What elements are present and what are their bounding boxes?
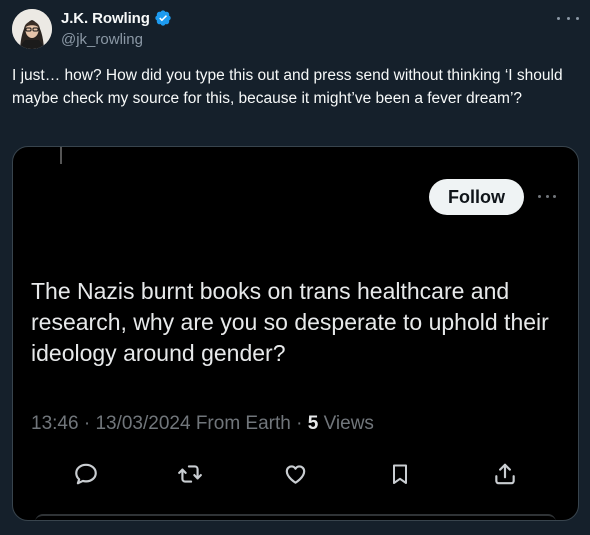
verified-badge-icon [154, 9, 172, 27]
display-name[interactable]: J.K. Rowling [61, 10, 150, 27]
post-date: 13/03/2024 [95, 413, 191, 434]
more-dots-icon[interactable] [538, 195, 556, 199]
quoted-post-text: The Nazis burnt books on trans healthcar… [31, 278, 549, 366]
action-bar [13, 447, 578, 497]
post-source: From Earth [195, 413, 291, 434]
views-label: Views [323, 413, 374, 434]
avatar[interactable] [12, 9, 52, 49]
post-metadata: 13:46 · 13/03/2024 From Earth · 5 Views [31, 413, 374, 435]
share-icon[interactable] [490, 459, 520, 489]
post-time: 13:46 [31, 413, 79, 434]
tweet-text: I just… how? How did you type this out a… [12, 67, 563, 107]
tweet: J.K. Rowling @jk_rowling I just… how? Ho… [0, 0, 590, 535]
separator-dot: · [83, 413, 91, 434]
like-icon[interactable] [280, 459, 310, 489]
more-dots-icon[interactable] [557, 8, 579, 28]
views-count: 5 [307, 413, 319, 434]
author-name-row[interactable]: J.K. Rowling [61, 9, 172, 27]
divider [35, 514, 556, 520]
text-cursor-mark [60, 147, 62, 164]
bookmark-icon[interactable] [385, 459, 415, 489]
author-handle[interactable]: @jk_rowling [61, 31, 143, 48]
separator-dot: · [296, 413, 303, 434]
reply-icon[interactable] [71, 459, 101, 489]
embedded-screenshot[interactable]: Follow The Nazis burnt books on trans he… [12, 146, 579, 521]
retweet-icon[interactable] [175, 459, 205, 489]
follow-button[interactable]: Follow [429, 179, 524, 215]
